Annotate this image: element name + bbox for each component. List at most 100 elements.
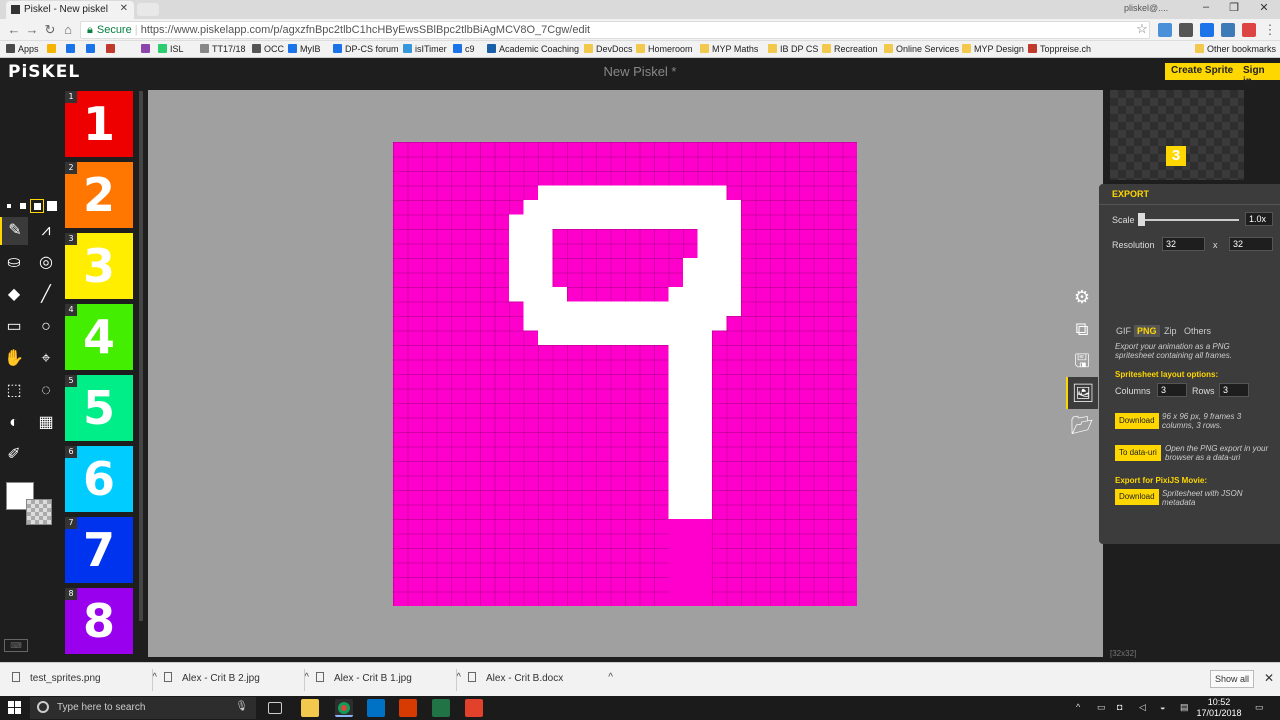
tab-close-icon[interactable]: ✕	[120, 3, 128, 14]
circle-icon[interactable]: ○	[32, 313, 60, 341]
extension-icon[interactable]	[1221, 23, 1235, 37]
download-item[interactable]: test_sprites.png ^	[12, 672, 157, 684]
pen-size-3[interactable]	[30, 199, 44, 213]
frame-thumbnail[interactable]: 77	[65, 517, 133, 583]
tab-gif[interactable]: GIF	[1113, 325, 1134, 337]
stroke-icon[interactable]: ╱	[32, 281, 60, 309]
url-input[interactable]: 🔒︎ Secure | https://www.piskelapp.com/p/a…	[80, 21, 1150, 39]
reload-icon[interactable]: ↻	[42, 22, 58, 38]
rows-input[interactable]: 3	[1219, 383, 1249, 397]
bookmark-item[interactable]: MyIB	[288, 44, 321, 54]
bookmark-item[interactable]: Toppreise.ch	[1028, 44, 1091, 54]
new-tab-button[interactable]	[137, 3, 159, 16]
scale-slider[interactable]	[1139, 219, 1239, 221]
lasso-select-icon[interactable]: ◌	[32, 377, 60, 405]
paint-bucket-icon[interactable]: ⛀	[0, 249, 28, 277]
extension-icon[interactable]	[1242, 23, 1256, 37]
frame-thumbnail[interactable]: 55	[65, 375, 133, 441]
lighten-icon[interactable]: ◐	[0, 409, 28, 437]
open-folder-icon[interactable]: 📂︎	[1066, 409, 1098, 441]
bookmark-item[interactable]: TT17/18	[200, 44, 246, 54]
tab-zip[interactable]: Zip	[1161, 325, 1180, 337]
download-item[interactable]: Alex - Crit B.docx ^	[468, 672, 613, 684]
bookmark-item[interactable]: IB DP CS	[768, 44, 818, 54]
app-icon[interactable]	[465, 699, 483, 717]
bookmark-item[interactable]: Online Services	[884, 44, 959, 54]
tray-icon[interactable]: ◘	[1117, 702, 1128, 713]
pen-tool-icon[interactable]: ✎	[0, 217, 28, 245]
other-bookmarks[interactable]: Other bookmarks	[1195, 44, 1276, 54]
frame-thumbnail[interactable]: 22	[65, 162, 133, 228]
secondary-color-swatch[interactable]	[26, 499, 52, 525]
chrome-taskbar-icon[interactable]	[335, 699, 353, 717]
download-item[interactable]: Alex - Crit B 2.jpg ^	[164, 672, 309, 684]
download-item[interactable]: Alex - Crit B 1.jpg ^	[316, 672, 461, 684]
keyboard-shortcuts-icon[interactable]: ⌨	[4, 639, 28, 652]
settings-gear-icon[interactable]: ⚙	[1066, 281, 1098, 313]
to-data-uri-button[interactable]: To data-uri	[1115, 445, 1161, 461]
resolution-height-input[interactable]: 32	[1229, 237, 1273, 251]
frame-thumbnail[interactable]: 88	[65, 588, 133, 654]
forward-icon[interactable]: →	[24, 22, 40, 38]
extension-icon[interactable]	[1200, 23, 1214, 37]
bookmark-item[interactable]: Homeroom	[636, 44, 693, 54]
keyboard-icon[interactable]: ▤	[1180, 702, 1191, 713]
scale-slider-handle[interactable]	[1138, 213, 1145, 226]
bookmark-item[interactable]: MYP Maths	[700, 44, 758, 54]
chevron-up-icon[interactable]: ^	[1076, 702, 1087, 713]
pixi-download-button[interactable]: Download	[1115, 489, 1159, 505]
close-download-bar-icon[interactable]: ✕	[1264, 671, 1274, 685]
resize-icon[interactable]: ⧉	[1066, 313, 1098, 345]
bookmark-item[interactable]: Recreation	[822, 44, 878, 54]
outlook-icon[interactable]	[367, 699, 385, 717]
rectangle-icon[interactable]: ▭	[0, 313, 28, 341]
paint-same-color-icon[interactable]: ◎	[32, 249, 60, 277]
minimize-icon[interactable]: –	[1192, 1, 1220, 17]
bookmark-item[interactable]	[66, 44, 78, 54]
close-window-icon[interactable]: ✕	[1250, 1, 1278, 17]
bookmark-item[interactable]: Apps	[6, 44, 39, 54]
file-explorer-icon[interactable]	[301, 699, 319, 717]
frames-scrollbar[interactable]	[139, 91, 143, 621]
eraser-icon[interactable]: ◆	[0, 281, 28, 309]
taskbar-clock[interactable]: 10:52 17/01/2018	[1195, 697, 1243, 719]
extension-icon[interactable]	[1158, 23, 1172, 37]
bookmark-item[interactable]: DP-CS forum	[333, 44, 399, 54]
shape-selection-icon[interactable]: ⌖	[32, 345, 60, 373]
save-icon[interactable]: 🖫	[1066, 345, 1098, 377]
menu-icon[interactable]: ⋮	[1262, 22, 1278, 38]
show-all-button[interactable]: Show all	[1210, 670, 1254, 688]
task-view-icon[interactable]	[268, 702, 282, 714]
frame-thumbnail[interactable]: 33	[65, 233, 133, 299]
bookmark-item[interactable]: DevDocs	[584, 44, 633, 54]
bookmark-item[interactable]: isITimer	[403, 44, 447, 54]
bookmark-item[interactable]: ISL	[158, 44, 184, 54]
pen-size-1[interactable]	[2, 199, 16, 213]
extension-icon[interactable]	[1179, 23, 1193, 37]
network-icon[interactable]: ◒	[1160, 702, 1171, 713]
color-picker-icon[interactable]: ✐	[0, 441, 28, 469]
maximize-icon[interactable]: ❐	[1220, 1, 1248, 17]
dithering-icon[interactable]: ▦	[32, 409, 60, 437]
home-icon[interactable]: ⌂	[60, 22, 76, 38]
bookmark-star-icon[interactable]: ☆	[1134, 21, 1150, 37]
bookmark-item[interactable]	[106, 44, 118, 54]
frame-thumbnail[interactable]: 44	[65, 304, 133, 370]
resolution-width-input[interactable]: 32	[1162, 237, 1205, 251]
back-icon[interactable]: ←	[6, 22, 22, 38]
pen-size-4[interactable]	[45, 199, 59, 213]
tab-png[interactable]: PNG	[1134, 325, 1160, 337]
windows-start-icon[interactable]	[8, 701, 22, 715]
volume-icon[interactable]: ◁	[1139, 702, 1150, 713]
scale-value[interactable]: 1.0x	[1245, 212, 1273, 226]
taskbar-search-input[interactable]: Type here to search 🎙︎	[30, 697, 256, 719]
bookmark-item[interactable]: OCC	[252, 44, 284, 54]
frame-thumbnail[interactable]: 66	[65, 446, 133, 512]
rectangle-select-icon[interactable]: ⬚	[0, 377, 28, 405]
notifications-icon[interactable]: ▭	[1255, 702, 1266, 713]
profile-name[interactable]: pliskel@....	[1124, 3, 1168, 13]
tab-others[interactable]: Others	[1181, 325, 1214, 337]
bookmark-item[interactable]: Academic Coaching	[487, 44, 579, 54]
bookmark-item[interactable]: c9	[453, 44, 475, 54]
acrobat-icon[interactable]	[399, 699, 417, 717]
